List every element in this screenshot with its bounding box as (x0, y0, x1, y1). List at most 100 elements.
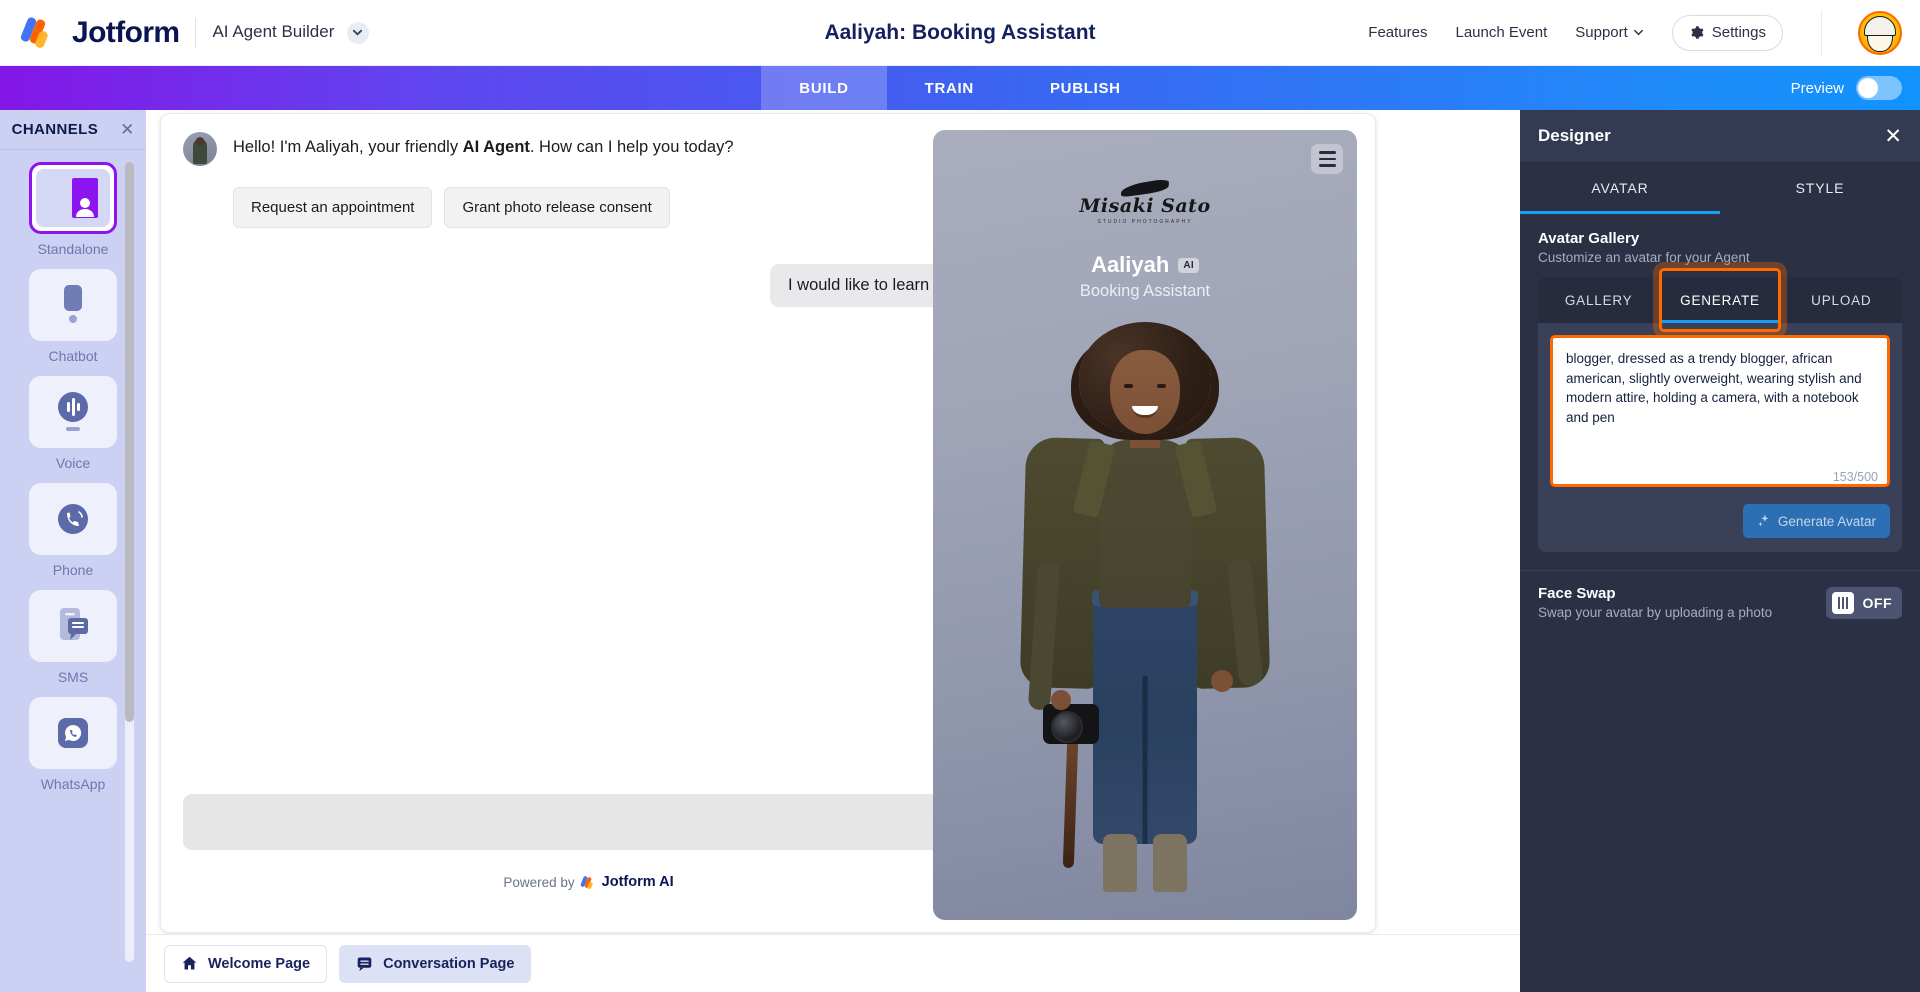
jotform-logo-icon (20, 14, 58, 52)
tab-publish[interactable]: PUBLISH (1012, 66, 1159, 110)
phone-icon (29, 483, 117, 555)
preview-agent-name-row: Aaliyah AI (933, 252, 1357, 278)
gear-icon (1689, 25, 1704, 40)
logo-wordmark: Misaki Sato (933, 195, 1357, 217)
user-message-row: I would like to learn more. (183, 264, 994, 307)
builder-selector[interactable]: AI Agent Builder (212, 22, 368, 44)
top-header: Jotform AI Agent Builder Aaliyah: Bookin… (0, 0, 1920, 66)
voice-glyph (53, 390, 93, 434)
face-swap-section: Face Swap Swap your avatar by uploading … (1520, 571, 1920, 620)
sidebar-label-whatsapp: WhatsApp (41, 776, 106, 792)
toggle-knob-icon (1832, 592, 1854, 614)
chat-composer[interactable] (183, 794, 994, 850)
header-divider (195, 18, 196, 48)
builder-canvas: Hello! I'm Aaliyah, your friendly AI Age… (146, 110, 1520, 992)
tab-avatar[interactable]: AVATAR (1520, 162, 1720, 214)
channels-title: CHANNELS (12, 121, 99, 138)
preview-toggle[interactable] (1856, 76, 1902, 100)
segment-gallery[interactable]: GALLERY (1538, 277, 1659, 323)
sidebar-label-standalone: Standalone (38, 241, 109, 257)
preview-control: Preview (1791, 66, 1902, 110)
channels-header: CHANNELS ✕ (0, 110, 146, 150)
powered-by-footer: Powered by Jotform AI (161, 874, 1016, 890)
sms-icon (29, 590, 117, 662)
status-badge: AI (1178, 258, 1199, 273)
avatar-gallery-subtitle: Customize an avatar for your Agent (1538, 250, 1902, 265)
designer-tabs: AVATAR STYLE (1520, 162, 1920, 214)
nav-link-launch-event[interactable]: Launch Event (1456, 24, 1548, 41)
settings-button[interactable]: Settings (1672, 15, 1783, 51)
jotform-logo-icon (581, 875, 596, 890)
bot-greeting-text: Hello! I'm Aaliyah, your friendly AI Age… (233, 132, 734, 160)
generate-avatar-button[interactable]: Generate Avatar (1743, 504, 1890, 538)
standalone-icon (29, 162, 117, 234)
header-actions: Features Launch Event Support Settings (1368, 10, 1920, 56)
chevron-down-icon[interactable] (347, 22, 369, 44)
sms-glyph (53, 605, 93, 647)
avatar-prompt-input[interactable] (1550, 335, 1890, 487)
greeting-bold: AI Agent (463, 138, 530, 156)
greeting-suffix: . How can I help you today? (530, 138, 734, 156)
greeting-prefix: Hello! I'm Aaliyah, your friendly (233, 138, 463, 156)
face-swap-title: Face Swap (1538, 585, 1772, 602)
avatar-prompt-wrapper: 153/500 (1550, 335, 1890, 492)
sparkle-icon (1757, 514, 1771, 528)
nav-link-features[interactable]: Features (1368, 24, 1427, 41)
sidebar-label-phone: Phone (53, 562, 93, 578)
header-avatar-divider (1821, 10, 1822, 56)
sidebar-label-chatbot: Chatbot (48, 348, 97, 364)
tab-build[interactable]: BUILD (761, 66, 886, 110)
close-icon[interactable]: ✕ (1884, 126, 1902, 147)
settings-label: Settings (1712, 24, 1766, 41)
preview-agent-name: Aaliyah (1091, 252, 1169, 278)
preview-label: Preview (1791, 80, 1844, 97)
chat-bubble-icon (356, 955, 373, 972)
preview-agent-role: Booking Assistant (933, 282, 1357, 301)
generate-avatar-label: Generate Avatar (1778, 514, 1876, 529)
user-avatar-icon[interactable] (1858, 11, 1902, 55)
face-swap-state: OFF (1863, 595, 1893, 611)
sidebar-scrollbar-thumb[interactable] (125, 162, 134, 722)
active-tab-indicator (1520, 211, 1720, 214)
tab-train[interactable]: TRAIN (887, 66, 1012, 110)
face-swap-text: Face Swap Swap your avatar by uploading … (1538, 585, 1772, 620)
generate-button-row: Generate Avatar (1538, 492, 1902, 538)
avatar (183, 132, 217, 166)
brand-area[interactable]: Jotform (0, 14, 179, 52)
close-icon[interactable]: ✕ (120, 121, 134, 138)
logo-tagline: STUDIO PHOTOGRAPHY (933, 219, 1357, 225)
quick-reply-group: Request an appointment Grant photo relea… (233, 187, 994, 228)
page-switcher-bar: Welcome Page Conversation Page (146, 934, 1520, 992)
whatsapp-glyph (54, 714, 92, 752)
brand-name: Jotform (72, 16, 179, 50)
builder-navbar: BUILD TRAIN PUBLISH Preview (0, 66, 1920, 110)
conversation-page-button[interactable]: Conversation Page (339, 945, 531, 983)
segment-generate[interactable]: GENERATE (1659, 277, 1780, 323)
quick-reply-request-appointment[interactable]: Request an appointment (233, 187, 432, 228)
builder-tabs: BUILD TRAIN PUBLISH (761, 66, 1158, 110)
chevron-down-icon (1633, 27, 1644, 38)
designer-title: Designer (1538, 126, 1611, 146)
designer-panel: Designer ✕ AVATAR STYLE Avatar Gallery C… (1520, 110, 1920, 992)
whatsapp-icon (29, 697, 117, 769)
welcome-page-label: Welcome Page (208, 956, 310, 972)
sidebar-label-voice: Voice (56, 455, 90, 471)
avatar-source-segmented-control: GALLERY GENERATE UPLOAD (1538, 277, 1902, 323)
chatbot-icon (29, 269, 117, 341)
hamburger-menu-icon[interactable] (1311, 144, 1343, 174)
builder-label: AI Agent Builder (212, 22, 334, 41)
powered-by-brand: Jotform AI (602, 874, 674, 890)
welcome-page-button[interactable]: Welcome Page (164, 945, 327, 983)
chatbot-glyph (55, 283, 91, 327)
face-swap-toggle[interactable]: OFF (1826, 587, 1903, 619)
generated-avatar-image (995, 322, 1295, 902)
quick-reply-photo-release-consent[interactable]: Grant photo release consent (444, 187, 669, 228)
powered-by-label: Powered by (503, 875, 574, 890)
sidebar-label-sms: SMS (58, 669, 88, 685)
designer-header: Designer ✕ (1520, 110, 1920, 162)
nav-link-support[interactable]: Support (1575, 24, 1644, 41)
character-counter: 153/500 (1833, 470, 1878, 484)
tab-style[interactable]: STYLE (1720, 162, 1920, 214)
segment-upload[interactable]: UPLOAD (1781, 277, 1902, 323)
agent-preview-card: Hello! I'm Aaliyah, your friendly AI Age… (160, 113, 1376, 933)
